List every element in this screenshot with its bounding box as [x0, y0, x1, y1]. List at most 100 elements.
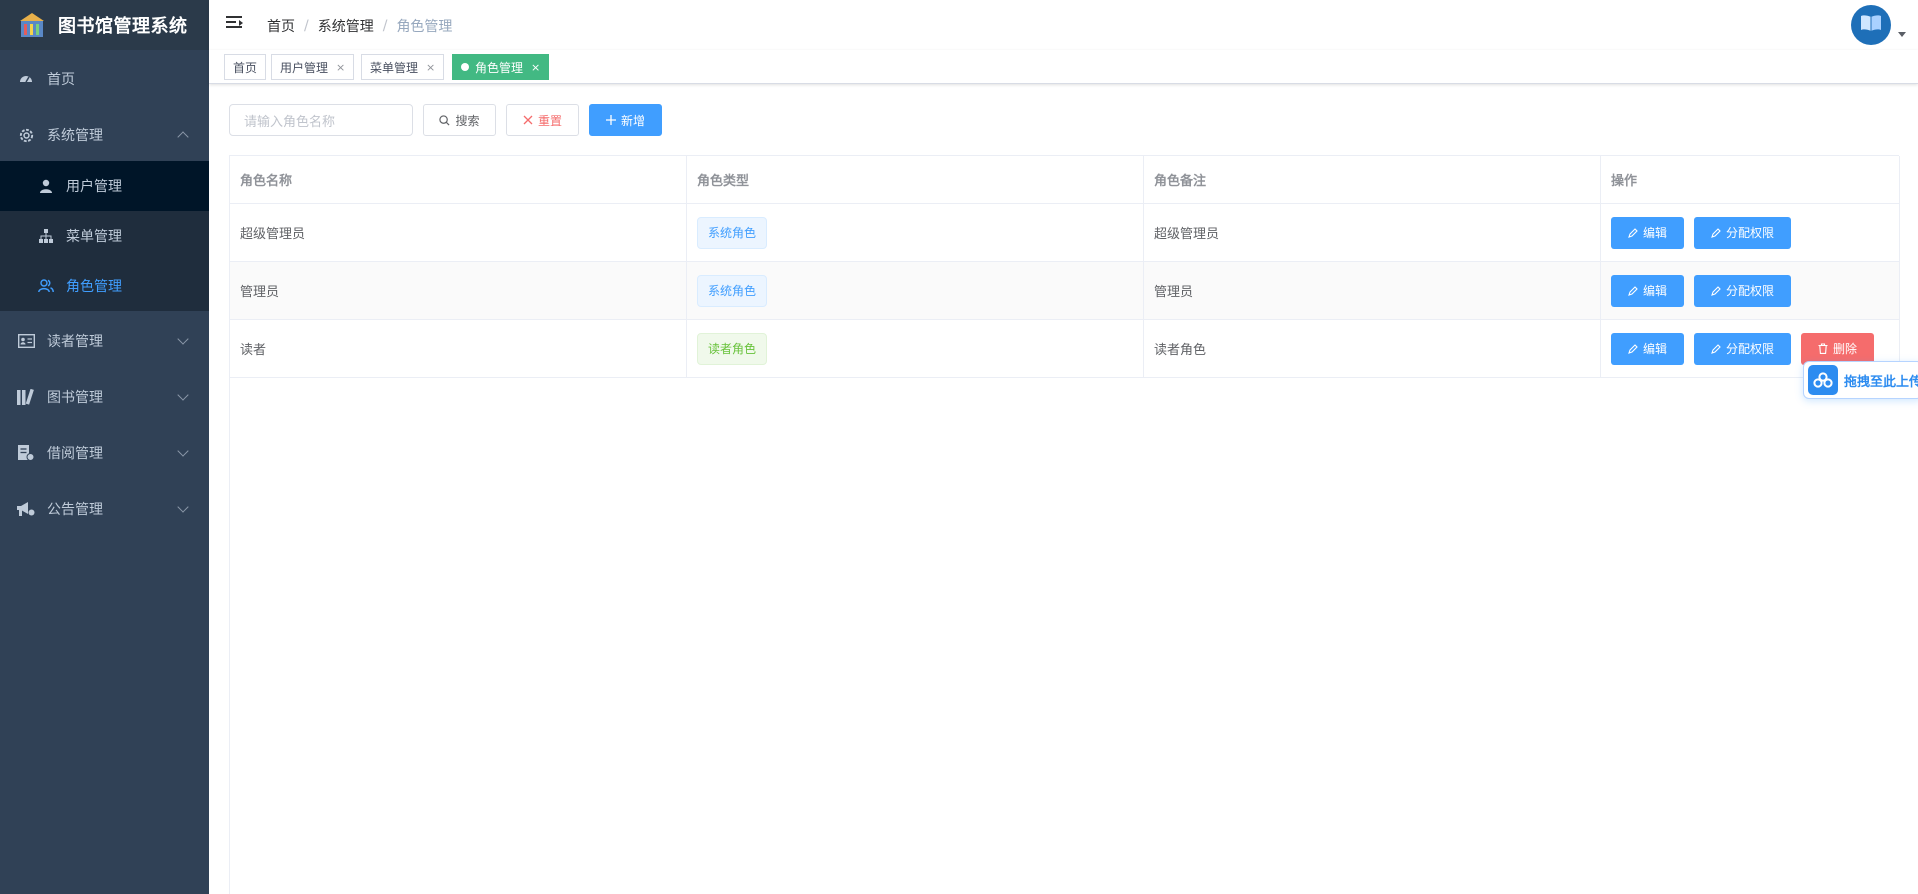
close-icon[interactable]: × [426, 61, 435, 74]
tree-icon [38, 228, 54, 244]
assign-permission-button[interactable]: 分配权限 [1694, 332, 1791, 365]
tag-menus[interactable]: 菜单管理 × [361, 54, 445, 80]
edit-button-label: 编辑 [1642, 284, 1667, 298]
roles-table: 角色名称 角色类型 角色备注 操作 超级管理员 系统角色 超级管理员 编辑 分配… [229, 155, 1900, 894]
role-name-search-input[interactable]: 请输入角色名称 [229, 104, 413, 136]
add-button-label: 新增 [620, 113, 645, 128]
close-icon[interactable]: × [336, 61, 345, 74]
id-card-icon [17, 332, 35, 350]
column-header: 操作 [1601, 156, 1900, 203]
cloud-upload-icon [1808, 365, 1838, 395]
search-button[interactable]: 搜索 [423, 104, 496, 136]
breadcrumb-separator: / [382, 18, 388, 34]
column-header: 角色名称 [230, 156, 687, 203]
app-logo[interactable]: 图书馆管理系统 [0, 0, 209, 50]
role-name-cell: 读者 [230, 320, 687, 377]
active-dot-icon [461, 63, 469, 71]
chevron-up-icon [177, 131, 189, 143]
chevron-down-icon [177, 445, 189, 457]
table-row: 管理员 系统角色 管理员 编辑 分配权限 [230, 262, 1900, 320]
tags-view: 首页 用户管理 × 菜单管理 × 角色管理 × [209, 50, 1918, 84]
people-icon [38, 278, 54, 294]
tag-label: 角色管理 [475, 60, 524, 75]
navbar: 首页 / 系统管理 / 角色管理 [209, 0, 1918, 50]
plus-icon [605, 115, 616, 125]
dashboard-icon [17, 70, 35, 88]
sidebar-item-readers[interactable]: 读者管理 [0, 313, 209, 369]
role-name-cell: 超级管理员 [230, 204, 687, 261]
role-remark-cell: 读者角色 [1144, 320, 1601, 377]
breadcrumb: 首页 / 系统管理 / 角色管理 [267, 16, 452, 36]
edit-icon [1628, 285, 1638, 296]
tag-roles[interactable]: 角色管理 × [452, 54, 550, 80]
tag-users[interactable]: 用户管理 × [271, 54, 355, 80]
breadcrumb-system[interactable]: 系统管理 [318, 16, 374, 36]
book-avatar-icon [1860, 14, 1882, 36]
sidebar-item-label: 公告管理 [47, 502, 103, 518]
sidebar-item-roles[interactable]: 角色管理 [0, 261, 209, 311]
edit-icon [1711, 343, 1721, 354]
sidebar-item-label: 用户管理 [66, 179, 122, 195]
user-icon [38, 178, 54, 194]
breadcrumb-separator: / [304, 18, 309, 34]
tag-label: 用户管理 [280, 60, 329, 75]
role-remark-cell: 管理员 [1144, 262, 1601, 319]
sidebar-item-menus[interactable]: 菜单管理 [0, 211, 209, 261]
sidebar-item-label: 借阅管理 [47, 446, 103, 462]
role-name-cell: 管理员 [230, 262, 687, 319]
edit-button-label: 编辑 [1642, 342, 1667, 356]
megaphone-icon [17, 500, 35, 518]
edit-icon [1628, 343, 1638, 354]
sidebar-item-books[interactable]: 图书管理 [0, 369, 209, 425]
assign-permission-button[interactable]: 分配权限 [1694, 216, 1791, 249]
tag-home[interactable]: 首页 [224, 54, 267, 80]
role-type-tag: 系统角色 [697, 216, 768, 249]
edit-button[interactable]: 编辑 [1611, 216, 1684, 249]
delete-button[interactable]: 删除 [1801, 332, 1874, 365]
chevron-down-icon [177, 501, 189, 513]
column-header: 角色备注 [1144, 156, 1601, 203]
library-logo-icon [18, 13, 46, 37]
assign-permission-button[interactable]: 分配权限 [1694, 274, 1791, 307]
edit-button[interactable]: 编辑 [1611, 274, 1684, 307]
delete-button-label: 删除 [1832, 342, 1857, 356]
caret-down-icon[interactable] [1898, 32, 1906, 37]
role-type-cell: 系统角色 [687, 262, 1144, 319]
avatar[interactable] [1851, 5, 1891, 45]
table-row: 超级管理员 系统角色 超级管理员 编辑 分配权限 [230, 204, 1900, 262]
actions-cell: 编辑 分配权限 [1601, 262, 1900, 319]
chevron-down-icon [177, 389, 189, 401]
reset-button-label: 重置 [537, 113, 562, 128]
breadcrumb-home[interactable]: 首页 [267, 16, 295, 36]
sidebar-item-label: 首页 [47, 72, 75, 88]
table-header: 角色名称 角色类型 角色备注 操作 [230, 156, 1900, 204]
sidebar-item-system[interactable]: 系统管理 [0, 107, 209, 163]
sidebar: 图书馆管理系统 首页 系统管理 用户管理 菜单管理 角色管理 读者管理 图书管理… [0, 0, 209, 894]
add-button[interactable]: 新增 [589, 104, 662, 136]
app-title: 图书馆管理系统 [58, 16, 188, 37]
column-header: 角色类型 [687, 156, 1144, 203]
role-type-cell: 读者角色 [687, 320, 1144, 377]
borrow-icon [17, 444, 35, 462]
sidebar-item-notices[interactable]: 公告管理 [0, 481, 209, 537]
sidebar-item-label: 读者管理 [47, 334, 103, 350]
role-type-cell: 系统角色 [687, 204, 1144, 261]
role-type-tag: 系统角色 [697, 274, 768, 307]
breadcrumb-current: 角色管理 [396, 19, 453, 35]
edit-button[interactable]: 编辑 [1611, 332, 1684, 365]
chevron-down-icon [177, 333, 189, 345]
sidebar-item-borrow[interactable]: 借阅管理 [0, 425, 209, 481]
drag-upload-widget[interactable]: 拖拽至此上传 [1803, 361, 1918, 399]
sidebar-item-users[interactable]: 用户管理 [0, 161, 209, 211]
assign-permission-label: 分配权限 [1725, 342, 1774, 356]
assign-permission-label: 分配权限 [1725, 284, 1774, 298]
hamburger-icon[interactable] [226, 16, 244, 32]
close-icon[interactable]: × [531, 61, 540, 74]
edit-icon [1628, 227, 1638, 238]
sidebar-item-home[interactable]: 首页 [0, 51, 209, 107]
upload-widget-label: 拖拽至此上传 [1843, 374, 1918, 390]
actions-cell: 编辑 分配权限 [1601, 204, 1900, 261]
reset-button[interactable]: 重置 [506, 104, 579, 136]
role-remark-cell: 超级管理员 [1144, 204, 1601, 261]
sidebar-item-label: 系统管理 [47, 128, 103, 144]
